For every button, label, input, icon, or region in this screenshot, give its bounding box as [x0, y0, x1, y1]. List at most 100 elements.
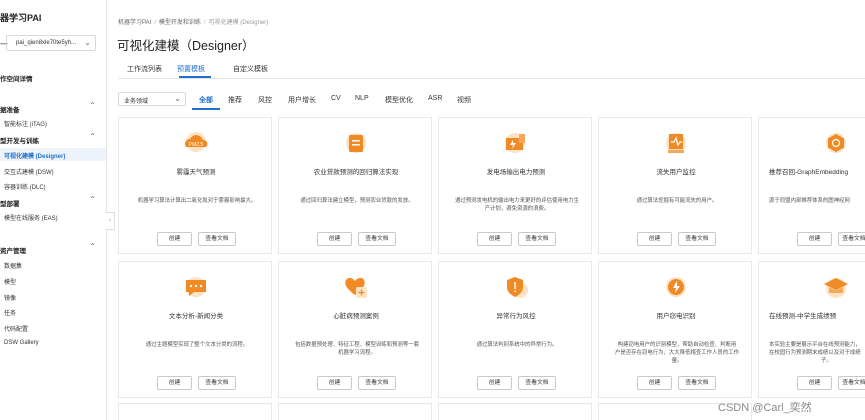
template-card: 心脏病预测案例 包括数据预处理、特征工程、模型训练和预测等一套 机器学习流程。 创…	[278, 261, 432, 398]
category-recommend[interactable]: 推荐	[228, 95, 242, 105]
card-title: 在线预测-中学生成绩预	[769, 313, 837, 320]
create-button[interactable]: 创建	[637, 376, 672, 390]
card-title: 异常行为风控	[496, 313, 536, 320]
template-card: 文本分析-新闻分类 通过主题模型实现了整个文本分类的流程。 创建 查看文档	[118, 261, 272, 398]
sidebar-item-code[interactable]: 代码配置	[4, 324, 28, 333]
watermark: CSDN @Carl_奕然	[718, 402, 812, 414]
chat-bubble-icon	[186, 277, 206, 297]
view-docs-button[interactable]: 查看文档	[518, 232, 556, 246]
sidebar-item-model[interactable]: 模型	[4, 277, 16, 286]
sidebar-group-deploy[interactable]: 型部署	[0, 198, 20, 208]
create-button[interactable]: 创建	[797, 232, 832, 246]
card-description: 源于同盟内部推荐体系的图神经网	[769, 198, 850, 204]
view-docs-button[interactable]: 查看文档	[358, 376, 396, 390]
sidebar-group-workspace-detail[interactable]: 作空间详情	[0, 73, 33, 83]
sidebar-item-itag[interactable]: 智能标注 (iTAG)	[4, 119, 47, 128]
card-title: 农业贷款预测的回归算法实现	[313, 169, 399, 176]
create-button[interactable]: 创建	[637, 232, 672, 246]
view-docs-button[interactable]: 查看文档	[198, 232, 236, 246]
card-title: 流失用户监控	[656, 169, 696, 176]
view-docs-button[interactable]: 查看文档	[838, 232, 865, 246]
card-title: 推荐召回-GraphEmbedding	[769, 169, 849, 176]
sidebar: 器学习PAI 一 pai_qien8xle70te5yh... ⌄ 作空间详情 …	[0, 0, 107, 420]
tab-custom-templates[interactable]: 自定义模板	[233, 64, 268, 74]
card-description-line: 通过预测发电机的输出电力来更好的评估使用电力生	[455, 198, 579, 204]
view-docs-button[interactable]: 查看文档	[518, 376, 556, 390]
sidebar-item-image[interactable]: 镜像	[4, 293, 16, 302]
view-docs-button[interactable]: 查看文档	[678, 376, 716, 390]
tab-bar: 工作流列表 预置模板 自定义模板	[118, 58, 865, 79]
card-description: 通过回归算法建立模型，预测农业贷款的发放。	[300, 198, 414, 204]
category-growth[interactable]: 用户增长	[288, 95, 316, 105]
chevron-up-icon[interactable]: ⌃	[89, 132, 96, 141]
template-card	[438, 403, 592, 420]
graph-embedding-icon	[826, 133, 846, 153]
category-cv[interactable]: CV	[331, 95, 341, 102]
create-button[interactable]: 创建	[317, 376, 352, 390]
sidebar-group-assets[interactable]: 资产管理	[0, 245, 26, 255]
create-button[interactable]: 创建	[317, 232, 352, 246]
sidebar-group-data-prep[interactable]: 据准备	[0, 104, 20, 114]
workspace-select-value: pai_qien8xle70te5yh...	[16, 40, 77, 46]
template-card	[278, 403, 432, 420]
sidebar-group-model-dev[interactable]: 型开发与训练	[0, 135, 39, 145]
sidebar-item-dlc[interactable]: 容器训练 (DLC)	[4, 182, 46, 191]
card-description: 构建窃电用户的识别模型，帮助自动检查、判断用 户是否存在窃电行为，大大降低稽查工作…	[613, 341, 741, 365]
electric-meter-icon	[666, 277, 686, 297]
template-card: 发电场输出电力预测 通过预测发电机的输出电力来更好的评估使用电力生 产计划，避免资…	[438, 117, 592, 254]
tab-preset-templates[interactable]: 预置模板	[177, 64, 205, 74]
view-docs-button[interactable]: 查看文档	[358, 232, 396, 246]
create-button[interactable]: 创建	[477, 376, 512, 390]
power-plant-icon	[505, 133, 525, 153]
sidebar-item-task[interactable]: 任务	[4, 308, 16, 317]
business-domain-value: 业务领域	[124, 99, 149, 105]
card-description-line: 构建窃电用户的识别模型，帮助自动检查、判断用	[617, 342, 737, 348]
create-button[interactable]: 创建	[157, 232, 192, 246]
card-title: 发电场输出电力预测	[486, 169, 546, 176]
chevron-down-icon: ⌄	[174, 94, 181, 103]
card-description: 包括数据预处理、特征工程、模型训练和预测等一套 机器学习流程。	[293, 341, 421, 357]
svg-text:PM2.5: PM2.5	[189, 142, 204, 148]
template-card: 流失用户监控 通过算法挖掘有可能流失的用户。 创建 查看文档	[598, 117, 752, 254]
tab-active-indicator	[179, 76, 211, 78]
category-nlp[interactable]: NLP	[355, 95, 369, 102]
breadcrumb-current: 可视化建模 (Designer)	[208, 20, 269, 26]
category-filter-bar: 全部 推荐 风控 用户增长 CV NLP 模型优化 ASR 视频	[192, 95, 865, 110]
create-button[interactable]: 创建	[157, 376, 192, 390]
category-video[interactable]: 视频	[457, 95, 471, 105]
category-risk[interactable]: 风控	[258, 95, 272, 105]
card-description-line: 产计划，避免资源的浪费。	[484, 206, 550, 212]
create-button[interactable]: 创建	[797, 376, 832, 390]
workspace-select[interactable]: pai_qien8xle70te5yh... ⌄	[6, 35, 96, 51]
category-model-opt[interactable]: 模型优化	[385, 95, 413, 105]
category-all[interactable]: 全部	[199, 95, 213, 105]
card-description: 机器学习算法计算出二氧化氮对于雾霾影响最大。	[137, 198, 257, 204]
sidebar-item-dataset[interactable]: 数据集	[4, 261, 22, 270]
tab-workflow-list[interactable]: 工作流列表	[127, 64, 162, 74]
card-description: 通过算法挖掘有可能流失的用户。	[636, 198, 718, 204]
graduation-cap-icon	[824, 278, 848, 298]
breadcrumb-item[interactable]: 模型开发和训练	[159, 20, 201, 26]
page-title: 可视化建模（Designer）	[117, 39, 255, 53]
business-domain-select[interactable]: 业务领域 ⌄	[118, 92, 186, 106]
chevron-up-icon[interactable]: ⌃	[89, 242, 96, 251]
view-docs-button[interactable]: 查看文档	[838, 376, 865, 390]
sidebar-collapse-handle[interactable]: ‹	[106, 212, 115, 230]
sidebar-item-dsw[interactable]: 交互式建模 (DSW)	[4, 167, 54, 176]
breadcrumb-item[interactable]: 机器学习PAI	[118, 20, 151, 26]
category-asr[interactable]: ASR	[428, 95, 442, 102]
chevron-up-icon[interactable]: ⌃	[89, 195, 96, 204]
card-description-line: 在校园行为预测期末成绩以及对于成绩	[769, 350, 861, 356]
view-docs-button[interactable]: 查看文档	[198, 376, 236, 390]
chevron-up-icon[interactable]: ⌃	[89, 101, 96, 110]
card-description: 本实验主要是展示平台在线预测能力， 在校园行为预测期末成绩以及对于成绩 子。	[769, 341, 861, 365]
sidebar-item-eas[interactable]: 模型在线服务 (EAS)	[4, 213, 58, 222]
template-card: PM2.5 雾霾天气预测 机器学习算法计算出二氧化氮对于雾霾影响最大。 创建 查…	[118, 117, 272, 254]
card-description-line: 本实验主要是展示平台在线预测能力，	[769, 342, 861, 348]
sidebar-item-designer[interactable]: 可视化建模 (Designer)	[4, 151, 65, 160]
view-docs-button[interactable]: 查看文档	[678, 232, 716, 246]
sidebar-item-gallery[interactable]: DSW Gallery	[4, 340, 39, 346]
create-button[interactable]: 创建	[477, 232, 512, 246]
card-description-line: 机器学习流程。	[338, 350, 376, 356]
card-description: 通过主题模型实现了整个文本分类的流程。	[145, 342, 249, 348]
